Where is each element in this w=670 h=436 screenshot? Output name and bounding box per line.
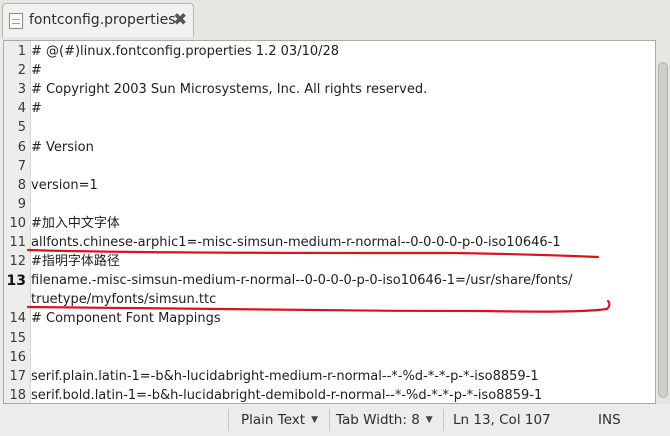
chevron-down-icon: ▼	[425, 415, 433, 425]
tab-fontconfig-properties[interactable]: fontconfig.properties ✖	[2, 3, 194, 37]
line-number: 8	[17, 177, 26, 193]
code-line[interactable]: 2 #	[4, 61, 644, 81]
line-number: 9	[17, 196, 26, 212]
insert-mode: INS	[598, 412, 621, 428]
code-line[interactable]: 6 # Version	[4, 138, 644, 158]
text-editor[interactable]: 1 # @(#)linux.fontconfig.properties 1.2 0…	[3, 40, 656, 404]
code-line[interactable]: 15	[4, 329, 644, 349]
code-line[interactable]: 10 #加入中文字体	[4, 214, 644, 234]
text-file-icon	[9, 13, 23, 29]
line-number: 16	[9, 349, 26, 365]
line-text: # Component Font Mappings	[31, 311, 221, 327]
code-line[interactable]: 16	[4, 348, 644, 368]
code-line[interactable]: 12 #指明字体路径	[4, 252, 644, 272]
line-text: #	[31, 101, 42, 117]
line-text: #指明字体路径	[31, 254, 120, 270]
line-text: #	[31, 63, 42, 79]
line-number: 2	[17, 63, 26, 79]
line-number: 12	[9, 254, 26, 270]
line-text: filename.-misc-simsun-medium-r-normal--0…	[31, 273, 573, 289]
code-line[interactable]: 1 # @(#)linux.fontconfig.properties 1.2 0…	[4, 42, 644, 62]
code-line[interactable]: 8 version=1	[4, 176, 644, 196]
language-selector[interactable]: Plain Text ▼	[241, 411, 318, 429]
language-label: Plain Text	[241, 412, 306, 428]
line-number: 18	[9, 387, 26, 403]
line-number: 11	[9, 235, 26, 250]
code-line[interactable]: 11 allfonts.chinese-arphic1=-misc-simsun-…	[4, 233, 644, 253]
status-separator	[443, 409, 444, 431]
line-text: # Copyright 2003 Sun Microsystems, Inc. …	[31, 82, 428, 98]
code-line[interactable]: 13 filename.-misc-simsun-medium-r-normal-…	[4, 271, 644, 291]
line-number: 7	[17, 158, 26, 174]
tab-label: fontconfig.properties	[29, 12, 176, 28]
line-number: 14	[9, 311, 26, 327]
status-bar: Plain Text ▼ Tab Width: 8 ▼ Ln 13, Col 107…	[0, 404, 670, 436]
code-line[interactable]: 17 serif.plain.latin-1=-b&h-lucidabright-…	[4, 367, 644, 387]
status-separator	[228, 409, 229, 431]
line-number: 17	[9, 368, 26, 384]
code-line[interactable]: 5	[4, 118, 644, 138]
line-text: #加入中文字体	[31, 215, 120, 231]
scrollbar-thumb[interactable]	[658, 62, 668, 398]
line-text: serif.bold.latin-1=-b&h-lucidabright-dem…	[31, 387, 543, 403]
line-text: allfonts.chinese-arphic1=-misc-simsun-me…	[31, 235, 561, 250]
close-icon[interactable]: ✖	[173, 9, 187, 31]
tab-width-label: Tab Width: 8	[336, 412, 420, 428]
line-number: 15	[9, 330, 26, 346]
line-number: 5	[17, 120, 26, 136]
line-number: 3	[17, 82, 26, 98]
line-number: 13	[6, 273, 26, 290]
code-line[interactable]: 4 #	[4, 99, 644, 119]
line-number: 6	[17, 139, 26, 155]
cursor-position: Ln 13, Col 107	[453, 412, 551, 428]
line-text: truetype/myfonts/simsun.ttc	[31, 292, 217, 308]
status-separator	[329, 409, 330, 431]
chevron-down-icon: ▼	[311, 415, 318, 425]
line-text: # @(#)linux.fontconfig.properties 1.2 03…	[31, 44, 340, 59]
code-line[interactable]: truetype/myfonts/simsun.ttc	[4, 290, 644, 310]
line-text: # Version	[31, 139, 94, 155]
code-line[interactable]: 18 serif.bold.latin-1=-b&h-lucidabright-d…	[4, 386, 644, 403]
tab-width-selector[interactable]: Tab Width: 8 ▼	[336, 411, 433, 429]
code-line[interactable]: 7	[4, 157, 644, 177]
line-number: 4	[17, 101, 26, 117]
code-line[interactable]: 3 # Copyright 2003 Sun Microsystems, Inc.…	[4, 80, 644, 100]
vertical-scrollbar[interactable]	[656, 40, 670, 404]
line-text: version=1	[31, 177, 98, 193]
code-line[interactable]: 14 # Component Font Mappings	[4, 309, 644, 329]
tab-bar: fontconfig.properties ✖	[0, 0, 670, 40]
line-number: 10	[9, 215, 26, 231]
line-text: serif.plain.latin-1=-b&h-lucidabright-me…	[31, 368, 539, 384]
code-line[interactable]: 9	[4, 195, 644, 215]
line-number: 1	[17, 44, 26, 59]
